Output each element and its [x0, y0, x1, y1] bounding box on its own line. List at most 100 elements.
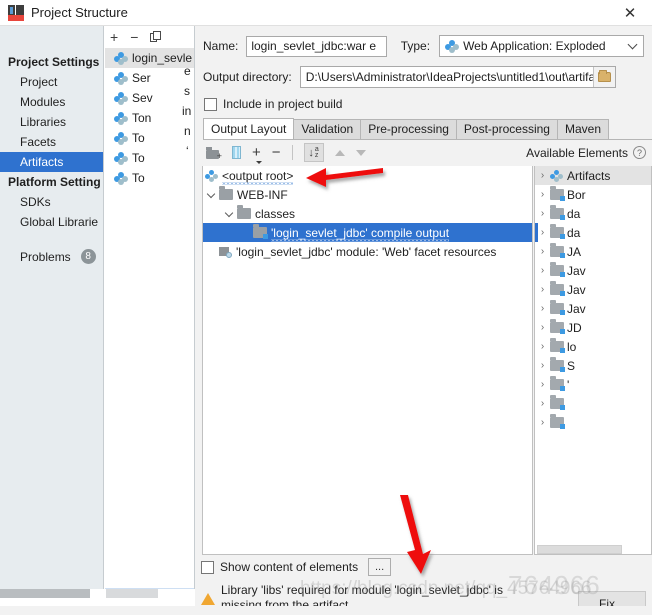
library-folder-icon — [550, 224, 565, 239]
tab-maven[interactable]: Maven — [556, 119, 609, 139]
occluded-fragment: ‘ — [186, 144, 189, 158]
include-in-build-label: Include in project build — [223, 97, 343, 111]
output-directory-input[interactable]: D:\Users\Administrator\IdeaProjects\unti… — [299, 66, 616, 88]
tab-post-processing[interactable]: Post-processing — [455, 119, 558, 139]
browse-folder-icon[interactable] — [592, 67, 615, 87]
show-content-options-button[interactable]: ... — [368, 558, 392, 576]
add-folder-icon[interactable]: + — [206, 146, 222, 160]
settings-sidebar: Project Settings Project Modules Librari… — [0, 26, 104, 589]
sidebar-bottom-scrollbar[interactable] — [0, 589, 90, 598]
help-icon[interactable]: ? — [633, 146, 646, 159]
tree-row[interactable]: 'login_sevlet_jdbc' compile output — [203, 223, 532, 242]
move-up-icon[interactable] — [334, 149, 345, 156]
available-elements-row[interactable]: › S — [535, 356, 651, 375]
available-elements-row[interactable]: › — [535, 394, 651, 413]
available-elements-row[interactable]: › Bor — [535, 185, 651, 204]
library-folder-icon — [550, 319, 565, 334]
available-elements-row[interactable]: › Jav — [535, 299, 651, 318]
sidebar-item-modules[interactable]: Modules — [0, 92, 103, 112]
add-artifact-button[interactable]: + — [110, 30, 118, 44]
available-elements-header: Available Elements ? — [526, 146, 652, 160]
library-folder-icon — [550, 186, 565, 201]
available-elements-row-label: JA — [567, 244, 582, 259]
available-elements-row[interactable]: › JD — [535, 318, 651, 337]
available-elements-row[interactable]: › ' — [535, 375, 651, 394]
available-elements-label: Available Elements — [526, 145, 628, 160]
add-archive-icon[interactable] — [232, 146, 241, 159]
show-content-checkbox[interactable] — [201, 560, 214, 574]
show-content-label: Show content of elements — [220, 560, 359, 574]
available-elements-row[interactable]: › da — [535, 223, 651, 242]
remove-artifact-button[interactable]: − — [130, 30, 138, 44]
sidebar-item-global-libraries[interactable]: Global Librarie — [0, 212, 103, 232]
sidebar-item-sdks[interactable]: SDKs — [0, 192, 103, 212]
chevron-right-icon[interactable]: › — [535, 246, 550, 257]
available-elements-row-label: JD — [567, 320, 582, 335]
show-content-row[interactable]: Show content of elements ... — [195, 556, 652, 578]
chevron-down-icon[interactable] — [221, 208, 237, 218]
available-elements-row-label: S — [567, 358, 576, 373]
tree-row-label: classes — [255, 206, 296, 221]
artifact-icon — [205, 169, 218, 182]
available-elements-row-label: Artifacts — [567, 168, 611, 183]
chevron-down-icon — [627, 39, 638, 50]
tree-row-label: <output root> — [222, 168, 294, 185]
title-bar: Project Structure ✕ — [0, 0, 652, 26]
chevron-right-icon[interactable]: › — [535, 208, 550, 219]
occluded-fragment: s — [184, 84, 190, 98]
close-icon[interactable]: ✕ — [608, 0, 652, 26]
sidebar-item-problems[interactable]: Problems 8 — [0, 246, 103, 267]
available-elements-row[interactable]: › JA — [535, 242, 651, 261]
tree-row[interactable]: 'login_sevlet_jdbc' module: 'Web' facet … — [203, 242, 532, 261]
add-copy-icon[interactable]: + — [252, 145, 262, 164]
tab-pre-processing[interactable]: Pre-processing — [360, 119, 457, 139]
available-elements-row[interactable]: › Jav — [535, 261, 651, 280]
move-down-icon[interactable] — [355, 149, 366, 156]
chevron-right-icon[interactable]: › — [535, 227, 550, 238]
tab-validation[interactable]: Validation — [293, 119, 362, 139]
chevron-right-icon[interactable]: › — [535, 189, 550, 200]
available-elements-row[interactable]: › Artifacts — [535, 166, 651, 185]
remove-icon[interactable]: − — [272, 145, 281, 160]
chevron-right-icon[interactable]: › — [535, 417, 550, 428]
problems-label: Problems — [20, 249, 71, 264]
tree-row-label: 'login_sevlet_jdbc' compile output — [271, 225, 450, 242]
chevron-right-icon[interactable]: › — [535, 398, 550, 409]
library-folder-icon — [550, 338, 565, 353]
chevron-right-icon[interactable]: › — [535, 360, 550, 371]
include-in-build-checkbox[interactable] — [204, 97, 217, 111]
copy-artifact-icon[interactable] — [150, 31, 162, 43]
tree-row[interactable]: classes — [203, 204, 532, 223]
artifact-list-bottom-scrollbar[interactable] — [106, 589, 158, 598]
available-elements-row[interactable]: › — [535, 413, 651, 432]
folder-icon — [219, 186, 233, 200]
artifact-type-dropdown[interactable]: Web Application: Exploded — [439, 35, 644, 57]
sidebar-item-project[interactable]: Project — [0, 72, 103, 92]
chevron-right-icon[interactable]: › — [535, 170, 550, 181]
sidebar-item-artifacts[interactable]: Artifacts — [0, 152, 103, 172]
sidebar-group-platform-settings: Platform Setting — [8, 175, 101, 189]
chevron-right-icon[interactable]: › — [535, 284, 550, 295]
artifact-name-input[interactable]: login_sevlet_jdbc:war e — [246, 35, 387, 57]
available-elements-row[interactable]: › lo — [535, 337, 651, 356]
chevron-right-icon[interactable]: › — [535, 303, 550, 314]
sidebar-item-libraries[interactable]: Libraries — [0, 112, 103, 132]
sort-alphabetically-icon[interactable]: ↓ a z — [303, 143, 324, 162]
chevron-right-icon[interactable]: › — [535, 265, 550, 276]
chevron-right-icon[interactable]: › — [535, 322, 550, 333]
artifact-list-item-label: Ton — [132, 111, 152, 125]
chevron-down-icon[interactable] — [203, 189, 219, 199]
window-title: Project Structure — [31, 5, 128, 20]
artifact-icon — [445, 39, 460, 53]
available-elements-horizontal-scrollbar[interactable] — [537, 545, 622, 554]
available-elements-row[interactable]: › da — [535, 204, 651, 223]
tab-output-layout[interactable]: Output Layout — [203, 118, 295, 139]
include-in-build-row[interactable]: Include in project build — [195, 93, 652, 115]
tree-row[interactable]: WEB-INF — [203, 185, 532, 204]
chevron-right-icon[interactable]: › — [535, 379, 550, 390]
sidebar-item-facets[interactable]: Facets — [0, 132, 103, 152]
available-elements-row-label: lo — [567, 339, 577, 354]
chevron-right-icon[interactable]: › — [535, 341, 550, 352]
tree-row[interactable]: <output root> — [203, 166, 532, 185]
available-elements-row[interactable]: › Jav — [535, 280, 651, 299]
